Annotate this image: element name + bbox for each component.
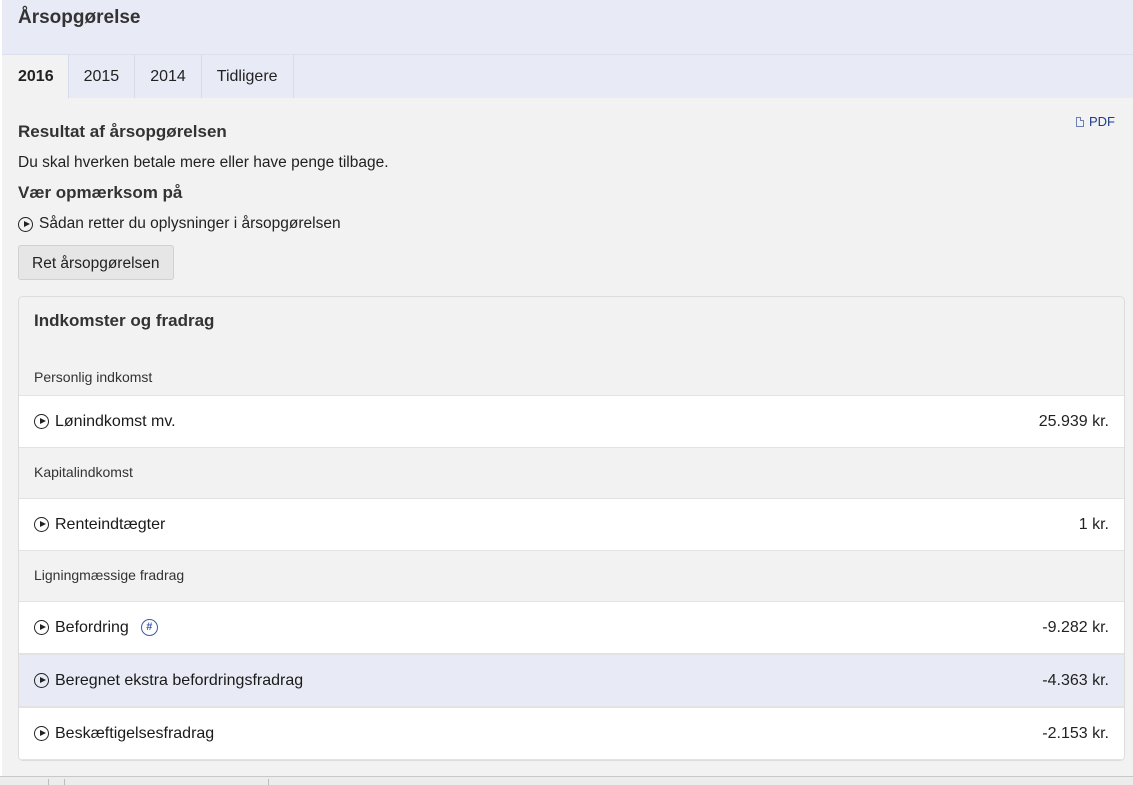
- pdf-link-label: PDF: [1089, 114, 1115, 129]
- income-deductions-panel: Indkomster og fradrag Personlig indkomst…: [18, 296, 1125, 761]
- play-circle-icon: [34, 620, 49, 635]
- tab-2015[interactable]: 2015: [69, 55, 136, 98]
- main-content: PDF Resultat af årsopgørelsen Du skal hv…: [2, 98, 1133, 761]
- row-interest-left: Renteindtægter: [34, 516, 165, 534]
- row-extra-transport-left: Beregnet ekstra befordringsfradrag: [34, 672, 303, 690]
- row-transport-left: Befordring #: [34, 619, 158, 637]
- correction-help-link[interactable]: Sådan retter du oplysninger i årsopgørel…: [18, 215, 1117, 233]
- play-circle-icon: [34, 726, 49, 741]
- pdf-link[interactable]: PDF: [1076, 114, 1115, 129]
- scrollbar-divider: [64, 779, 65, 785]
- tab-2016[interactable]: 2016: [2, 55, 69, 98]
- document-icon: [1076, 116, 1084, 127]
- result-text: Du skal hverken betale mere eller have p…: [18, 154, 389, 171]
- correction-help-label: Sådan retter du oplysninger i årsopgørel…: [39, 215, 341, 232]
- row-amount: 25.939 kr.: [1038, 412, 1109, 430]
- page-header: Årsopgørelse: [2, 0, 1133, 55]
- row-amount: -2.153 kr.: [1042, 724, 1109, 742]
- page-title: Årsopgørelse: [18, 7, 141, 28]
- row-label: Lønindkomst mv.: [55, 412, 176, 430]
- section-capital-income: Kapitalindkomst: [34, 464, 133, 480]
- row-salary-income[interactable]: Lønindkomst mv. 25.939 kr.: [19, 395, 1124, 448]
- row-employment-left: Beskæftigelsesfradrag: [34, 725, 214, 743]
- tax-statement-page: Årsopgørelse 2016 2015 2014 Tidligere PD…: [2, 0, 1133, 776]
- row-employment-deduction[interactable]: Beskæftigelsesfradrag -2.153 kr.: [19, 707, 1124, 760]
- row-label: Befordring: [55, 618, 129, 636]
- tab-2014[interactable]: 2014: [135, 55, 202, 98]
- row-amount: 1 kr.: [1078, 515, 1109, 533]
- play-circle-icon: [18, 216, 33, 232]
- edit-statement-button[interactable]: Ret årsopgørelsen: [18, 245, 174, 280]
- horizontal-scrollbar[interactable]: [0, 776, 1133, 785]
- section-personal-income: Personlig indkomst: [34, 369, 153, 385]
- row-amount: -9.282 kr.: [1042, 618, 1109, 636]
- section-deductions: Ligningmæssige fradrag: [34, 567, 185, 583]
- panel-title: Indkomster og fradrag: [34, 311, 215, 330]
- play-circle-icon: [34, 414, 49, 429]
- play-circle-icon: [34, 517, 49, 532]
- attention-heading: Vær opmærksom på: [18, 183, 183, 202]
- tab-earlier[interactable]: Tidligere: [202, 55, 294, 98]
- hash-badge-icon[interactable]: #: [140, 619, 158, 636]
- scrollbar-divider: [48, 779, 49, 785]
- row-label: Beregnet ekstra befordringsfradrag: [55, 671, 304, 689]
- result-heading: Resultat af årsopgørelsen: [18, 122, 227, 141]
- row-salary-left: Lønindkomst mv.: [34, 413, 176, 431]
- row-transport[interactable]: Befordring # -9.282 kr.: [19, 601, 1124, 654]
- year-tabs: 2016 2015 2014 Tidligere: [2, 55, 1133, 98]
- row-amount: -4.363 kr.: [1042, 671, 1109, 689]
- row-extra-transport[interactable]: Beregnet ekstra befordringsfradrag -4.36…: [19, 654, 1124, 707]
- scrollbar-divider: [268, 779, 269, 785]
- play-circle-icon: [34, 673, 49, 688]
- row-label: Renteindtægter: [55, 515, 166, 533]
- row-label: Beskæftigelsesfradrag: [55, 724, 215, 742]
- row-interest-income[interactable]: Renteindtægter 1 kr.: [19, 498, 1124, 551]
